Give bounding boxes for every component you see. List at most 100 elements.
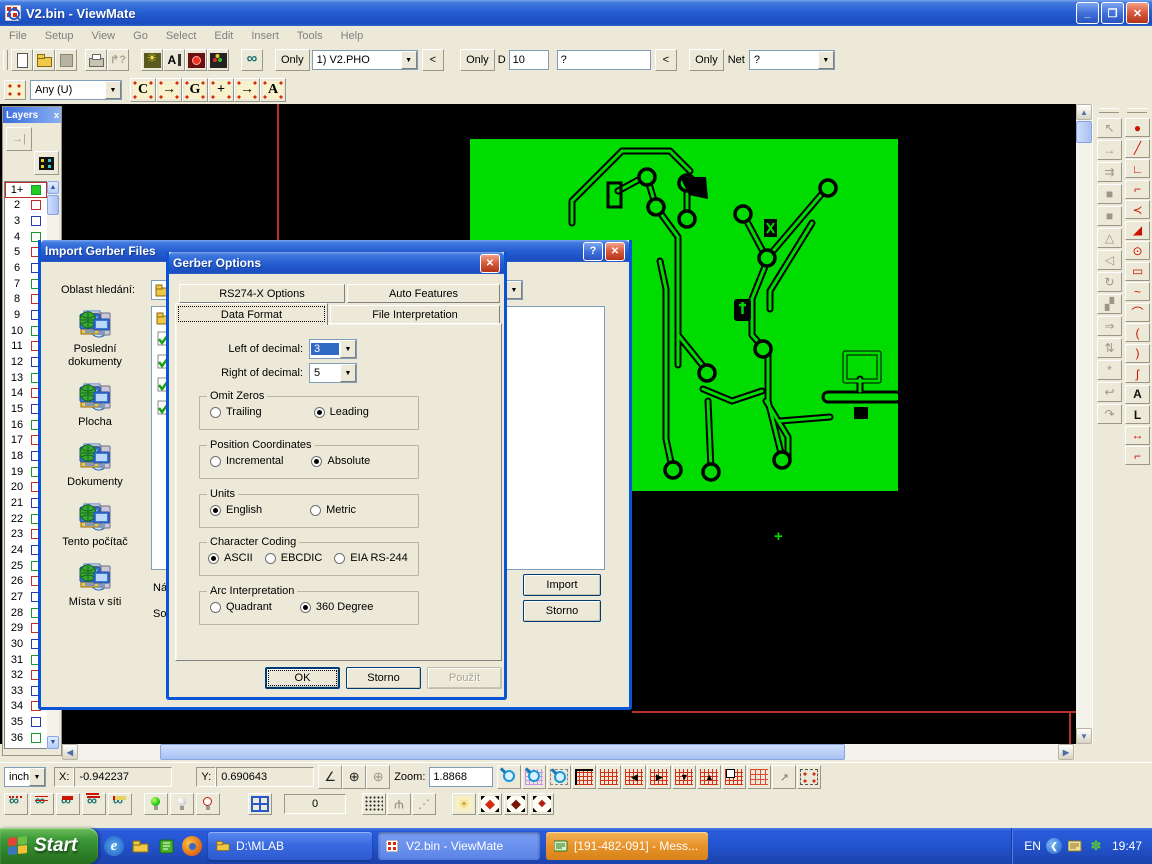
pattern-diamond-button[interactable] [478,793,502,815]
maximize-button[interactable]: ❐ [1101,2,1124,24]
menu-item[interactable]: Insert [242,28,288,44]
draw-fanout-tool[interactable]: ≺ [1125,200,1150,219]
move-tool[interactable]: → [1097,140,1122,160]
menu-item[interactable]: Edit [205,28,242,44]
pan-up-button[interactable] [697,765,721,789]
previous-layer-button[interactable]: < [422,49,444,71]
layer-row[interactable]: 3 [5,213,47,229]
grid-window-button[interactable] [248,793,272,815]
only-dcode-button[interactable]: Only [460,49,495,71]
tab-file-interpretation[interactable]: File Interpretation [330,305,500,324]
radio-icon[interactable] [210,602,221,613]
minimize-button[interactable]: _ [1076,2,1099,24]
draw-spline-tool[interactable]: ʃ [1125,364,1150,383]
tab-auto-features[interactable]: Auto Features [347,284,500,303]
zoom-window-button[interactable] [747,765,771,789]
view-flashes-button[interactable] [56,793,80,815]
menu-item[interactable]: Go [124,28,157,44]
previous-dcode-button[interactable]: < [655,49,677,71]
draw-route-tool[interactable]: ⌐ [1125,180,1150,199]
hscroll-thumb[interactable] [160,744,845,760]
right-of-decimal-combo[interactable]: 5 ▼ [309,363,357,383]
menu-item[interactable]: File [0,28,36,44]
find-text-button[interactable]: A [260,78,286,102]
zoom-all-button[interactable] [522,765,546,789]
clip-tool[interactable]: ↷ [1097,404,1122,424]
pattern-small-diamond-button[interactable] [530,793,554,815]
vscroll-thumb[interactable] [47,195,59,215]
align-tool[interactable]: ⇅ [1097,338,1122,358]
close-button[interactable]: ✕ [480,254,500,273]
anchor-button[interactable] [387,793,411,815]
chevron-down-icon[interactable]: ▼ [506,281,522,299]
quicklaunch-ie-icon[interactable]: e [104,836,124,856]
previous-view-button[interactable] [722,765,746,789]
units-combo[interactable]: inch ▼ [4,767,46,787]
pan-down-button[interactable] [672,765,696,789]
scroll-up-button[interactable]: ▲ [47,181,59,194]
dimension-tool[interactable]: ↔ [1125,426,1150,445]
draw-wave-tool[interactable]: ~ [1125,282,1150,301]
radio-icon[interactable] [300,602,311,613]
zoom-selection-button[interactable] [547,765,571,789]
pattern-star-button[interactable] [452,793,476,815]
draw-arc-ccw-tool[interactable]: ( [1125,323,1150,342]
radio-option[interactable]: Metric [310,504,356,516]
measure-mode-button[interactable] [163,49,185,71]
layer-row[interactable]: 35 [5,714,47,730]
flash-view-button[interactable] [141,49,163,71]
draw-circle-tool[interactable]: ⊙ [1125,241,1150,260]
highlight-c-button[interactable]: C [130,78,156,102]
radio-option[interactable]: 360 Degree [300,601,374,613]
scroll-down-button[interactable]: ▼ [47,736,59,749]
dcode-query-input[interactable]: ? [557,50,651,70]
net-combo[interactable]: ? ▼ [749,50,835,70]
dcode-number-input[interactable]: 10 [509,50,549,70]
draw-flash-tool[interactable]: ● [1125,118,1150,137]
scale-tool[interactable]: ▞ [1097,294,1122,314]
goto-gerber-button[interactable]: G [182,78,208,102]
layer-row[interactable]: 36 [5,730,47,746]
menu-item[interactable]: Tools [288,28,332,44]
pan-right-button[interactable] [647,765,671,789]
radio-option[interactable]: EBCDIC [265,552,323,564]
view-traces-button[interactable] [30,793,54,815]
canvas-vscrollbar[interactable]: ▲ ▼ [1076,104,1092,744]
move-to-layer-tool[interactable]: ⇒ [1097,316,1122,336]
angle-measure-button[interactable] [318,765,342,789]
menu-item[interactable]: View [82,28,124,44]
draw-line-tool[interactable]: ╱ [1125,139,1150,158]
chevron-down-icon[interactable]: ▼ [401,51,417,69]
radio-option[interactable]: ASCII [208,552,253,564]
layer-color-swatch[interactable] [31,717,41,727]
open-file-button[interactable] [33,49,55,71]
canvas-hscrollbar[interactable]: ◀ ▶ [62,744,1075,760]
radio-icon[interactable] [265,553,276,564]
highlight-off-button[interactable] [170,793,194,815]
toolbar-grip[interactable] [3,50,8,70]
text-tool[interactable]: A [1125,385,1150,404]
scroll-down-button[interactable]: ▼ [1076,728,1092,744]
undo-shape-tool[interactable]: ↩ [1097,382,1122,402]
toolbar-grip[interactable] [1099,108,1119,113]
radio-option[interactable]: Absolute [311,455,370,467]
language-indicator[interactable]: EN [1024,839,1041,853]
solid-fill2-tool[interactable]: ■ [1097,206,1122,226]
radio-option[interactable]: Incremental [210,455,283,467]
copy-tool[interactable]: ⇉ [1097,162,1122,182]
layer-insert-button[interactable]: →| [6,127,32,151]
menu-item[interactable]: Setup [36,28,83,44]
close-icon[interactable]: x [54,110,59,120]
radio-icon[interactable] [210,407,221,418]
cancel-button[interactable]: Storno [346,667,421,689]
radio-icon[interactable] [208,553,219,564]
chevron-down-icon[interactable]: ▼ [105,81,121,99]
cross-probe-button[interactable]: + [208,78,234,102]
save-file-button[interactable] [55,49,77,71]
apply-button[interactable]: Použít [427,667,502,689]
radio-icon[interactable] [311,456,322,467]
quicklaunch-firefox-icon[interactable] [182,836,202,856]
radio-option[interactable]: Leading [314,406,369,418]
place-documents[interactable]: Dokumenty [47,443,143,489]
chevron-down-icon[interactable]: ▼ [340,340,356,358]
